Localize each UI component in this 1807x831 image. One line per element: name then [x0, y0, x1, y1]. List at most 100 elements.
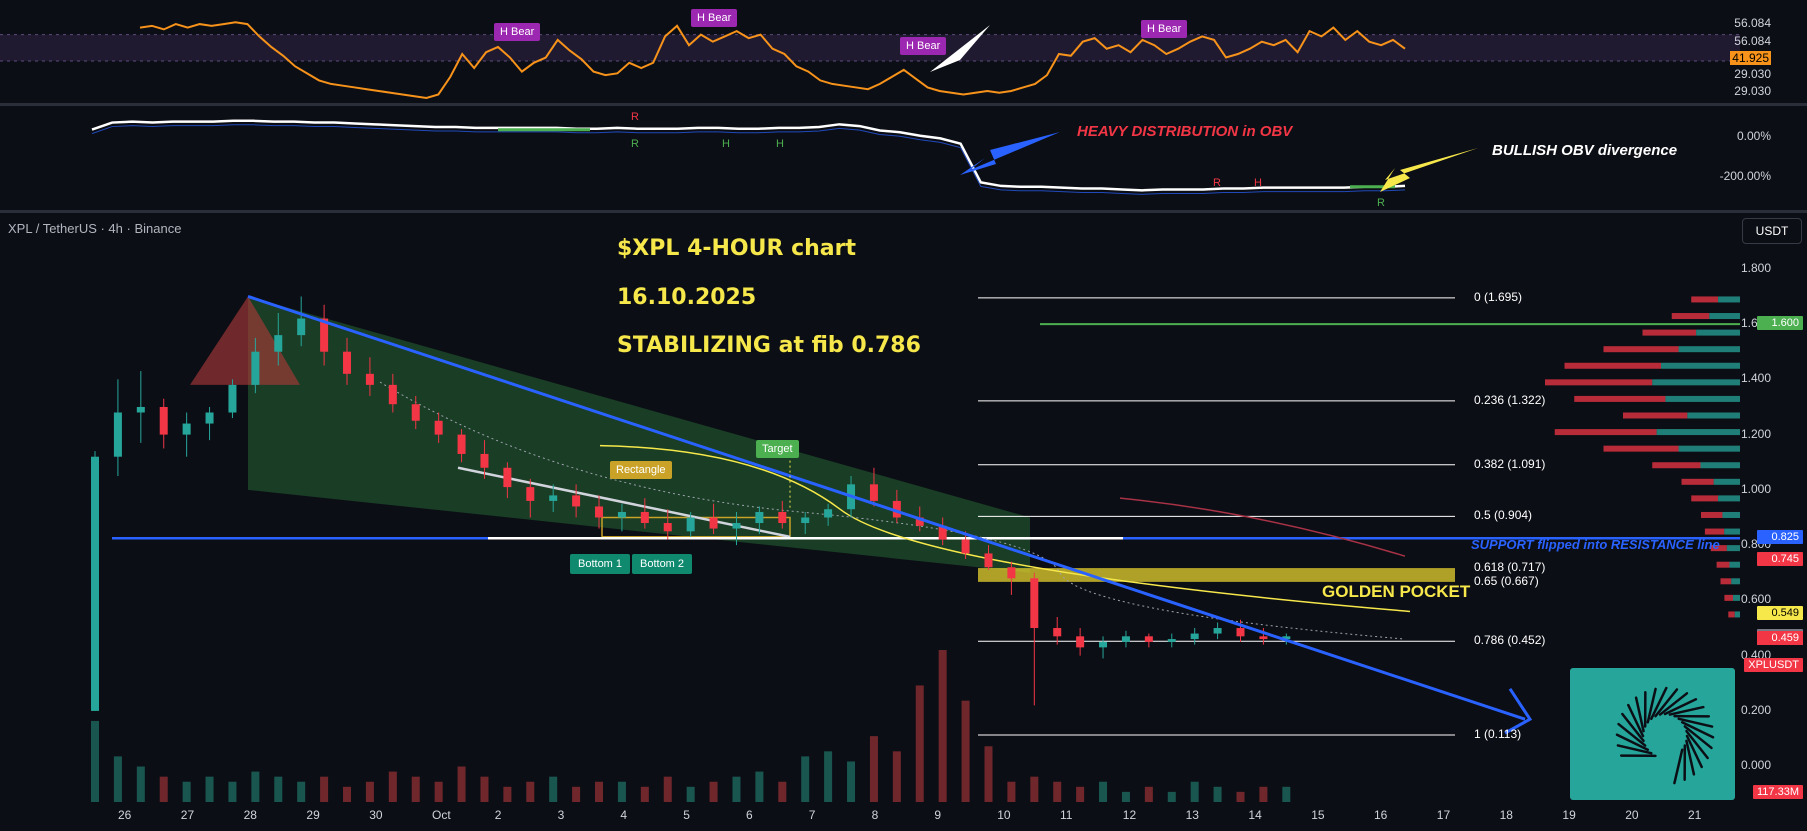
- volume-profile-bar: [1661, 362, 1740, 369]
- time-tick-label: 30: [369, 808, 383, 822]
- candle-body: [1076, 636, 1085, 648]
- volume-bar: [228, 781, 237, 802]
- volume-bar: [297, 781, 306, 802]
- time-tick-label: 17: [1436, 808, 1451, 822]
- candle-body: [480, 453, 489, 468]
- volume-bar: [1236, 791, 1245, 802]
- volume-bar: [1190, 781, 1199, 802]
- rsi-axis-label: 56.084: [1734, 16, 1771, 30]
- candle-body: [1121, 636, 1130, 642]
- volume-profile-bar: [1704, 528, 1725, 535]
- price-tick-label: 1.000: [1740, 481, 1771, 496]
- candle-body: [1213, 628, 1222, 634]
- rsi-axis-label: 41.925: [1730, 51, 1771, 65]
- time-tick-label: 19: [1562, 808, 1576, 822]
- time-tick-label: 15: [1311, 808, 1325, 822]
- obv-marker-r: R: [1377, 197, 1385, 209]
- volume-profile-bar: [1681, 478, 1714, 485]
- volume-profile-bar: [1665, 395, 1740, 402]
- candle-body: [1190, 633, 1199, 640]
- volume-bar: [1030, 776, 1039, 802]
- time-tick-label: 5: [683, 808, 690, 822]
- candle-body: [984, 553, 993, 568]
- chart-canvas[interactable]: [0, 0, 1807, 831]
- volume-bar: [365, 781, 374, 802]
- obv-blue-arrow-icon: [960, 132, 1060, 175]
- volume-bar: [1076, 786, 1085, 802]
- time-tick-label: 28: [243, 808, 257, 822]
- pane-separator[interactable]: [0, 210, 1807, 213]
- volume-bar: [434, 781, 443, 802]
- time-tick-label: 11: [1060, 808, 1073, 822]
- price-tag: 0.745: [1757, 552, 1803, 567]
- volume-profile-bar: [1545, 379, 1653, 386]
- rectangle-label: Rectangle: [610, 461, 672, 479]
- volume-profile-bar: [1709, 313, 1740, 320]
- time-tick-label: 20: [1625, 808, 1639, 822]
- obv-marker-h: H: [1254, 177, 1262, 189]
- time-tick-label: 13: [1185, 808, 1199, 822]
- fib-label: 0.618 (0.717): [1474, 560, 1546, 575]
- candle-body: [1007, 567, 1016, 579]
- candle-body: [1144, 636, 1153, 642]
- candle-body: [228, 384, 237, 413]
- volume-bar: [755, 771, 764, 802]
- volume-bar: [526, 781, 535, 802]
- fib-label: 0 (1.695): [1474, 289, 1523, 304]
- time-tick-label: 14: [1248, 808, 1262, 822]
- volume-bar: [663, 776, 672, 802]
- volume-bar: [136, 766, 145, 802]
- volume-bar: [480, 776, 489, 802]
- candle-body: [869, 484, 878, 501]
- rsi-axis-label: 29.030: [1734, 84, 1771, 98]
- price-tick-label: 1.400: [1740, 371, 1771, 386]
- fib-label: 0.5 (0.904): [1474, 508, 1533, 523]
- rsi-axis-label: 56.084: [1734, 34, 1771, 48]
- time-tick-label: Oct: [432, 808, 451, 822]
- volume-profile-bar: [1678, 445, 1740, 452]
- obv-axis-label: -200.00%: [1719, 169, 1771, 183]
- volume-bar: [686, 786, 695, 802]
- volume-bar: [205, 776, 214, 802]
- fib-label: 0.65 (0.667): [1474, 573, 1539, 588]
- volume-bar: [1144, 786, 1153, 802]
- currency-button[interactable]: USDT: [1742, 218, 1802, 244]
- candle-body: [801, 517, 810, 524]
- time-tick-label: 4: [620, 808, 628, 822]
- rsi-hbear-badge: H Bear: [494, 23, 541, 41]
- volume-profile-bar: [1678, 346, 1740, 353]
- volume-bar: [1007, 781, 1016, 802]
- volume-profile-bar: [1642, 329, 1697, 336]
- candle-body: [1259, 636, 1268, 640]
- volume-bar: [801, 756, 810, 802]
- volume-bar: [984, 746, 993, 802]
- volume-profile-bar: [1700, 462, 1740, 469]
- volume-tag: 117.33M: [1753, 785, 1803, 799]
- volume-profile-bar: [1718, 495, 1740, 502]
- volume-bar: [159, 776, 168, 802]
- candle-body: [343, 351, 352, 374]
- time-tick-label: 18: [1499, 808, 1513, 822]
- annotation-support-flipped: SUPPORT flipped into RESISTANCE line: [1471, 537, 1720, 552]
- volume-profile-bar: [1691, 296, 1719, 303]
- candle-body: [824, 509, 833, 518]
- pane-separator[interactable]: [0, 103, 1807, 106]
- price-tick-label: 0.200: [1740, 702, 1771, 717]
- candle-body: [709, 517, 718, 529]
- volume-profile-bar: [1729, 561, 1740, 568]
- time-tick-label: 29: [306, 808, 320, 822]
- candle-body: [182, 423, 191, 435]
- volume-profile-bar: [1603, 445, 1679, 452]
- annotation-bullish-obv: BULLISH OBV divergence: [1492, 142, 1678, 159]
- obv-marker-r: R: [1213, 177, 1221, 189]
- bottom1-label: Bottom 1: [570, 554, 631, 574]
- price-tag: 0.459: [1757, 631, 1803, 646]
- chart-title-line2: 16.10.2025: [617, 285, 757, 310]
- candle-body: [755, 511, 764, 524]
- candle-body: [457, 434, 466, 454]
- volume-bar: [1259, 786, 1268, 802]
- volume-bar: [549, 776, 558, 802]
- volume-profile-bar: [1724, 528, 1740, 535]
- volume-bar: [1121, 791, 1130, 802]
- candle-body: [365, 373, 374, 385]
